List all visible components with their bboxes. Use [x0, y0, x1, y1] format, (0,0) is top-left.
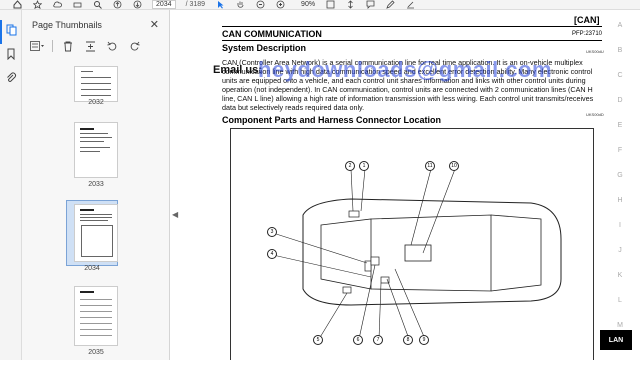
- index-letter[interactable]: K: [610, 272, 630, 279]
- callout-3: 3: [267, 227, 277, 237]
- cloud-upload-icon[interactable]: [52, 0, 62, 10]
- index-letter[interactable]: J: [610, 247, 630, 254]
- component-parts-heading: Component Parts and Harness Connector Lo…: [222, 115, 442, 125]
- component-location-diagram: 1 2 3 4 5 6 7 8 9 10 11: [230, 128, 594, 360]
- page-thumbnail[interactable]: [73, 122, 118, 178]
- cursor-icon[interactable]: [215, 0, 225, 10]
- index-letter[interactable]: H: [610, 197, 630, 204]
- index-letter[interactable]: G: [610, 172, 630, 179]
- callout-10: 10: [449, 161, 459, 171]
- index-letter[interactable]: I: [610, 222, 630, 229]
- collapse-panel-icon[interactable]: ◀: [172, 210, 178, 219]
- thumbnails-panel: Page Thumbnails ✕ 2032 2033 2034 2035: [22, 10, 170, 360]
- left-rail: [0, 10, 22, 360]
- thumbnail-label: 2033: [88, 181, 104, 188]
- thumbnails-rail-button[interactable]: [0, 20, 22, 44]
- zoom-level[interactable]: 90%: [301, 1, 315, 8]
- thumbnail-label: 2035: [88, 349, 104, 356]
- close-icon[interactable]: ✕: [150, 18, 159, 31]
- options-menu-icon[interactable]: [30, 40, 44, 52]
- attachments-rail-button[interactable]: [0, 68, 22, 92]
- pen-icon[interactable]: [385, 0, 395, 10]
- index-letter[interactable]: M: [610, 322, 630, 329]
- index-letter[interactable]: F: [610, 147, 630, 154]
- index-letter[interactable]: D: [610, 97, 630, 104]
- active-chapter-tab[interactable]: LAN: [600, 330, 632, 350]
- callout-2: 2: [345, 161, 355, 171]
- zoom-out-icon[interactable]: [255, 0, 265, 10]
- index-letter[interactable]: B: [610, 47, 630, 54]
- search-icon[interactable]: [92, 0, 102, 10]
- fit-icon[interactable]: [325, 0, 335, 10]
- page-thumbnail[interactable]: [73, 66, 118, 102]
- thumbnail-tools: [30, 40, 141, 52]
- header-rule: [222, 26, 602, 27]
- document-title: CAN COMMUNICATION: [222, 29, 322, 39]
- thumbnail-label: 2034: [84, 265, 100, 272]
- star-icon[interactable]: [32, 0, 42, 10]
- callout-5: 5: [313, 335, 323, 345]
- hand-icon[interactable]: [235, 0, 245, 10]
- rotate-right-icon[interactable]: [127, 40, 141, 52]
- zoom-in-icon[interactable]: [275, 0, 285, 10]
- page-number-input[interactable]: 2034: [152, 0, 176, 9]
- callout-11: 11: [425, 161, 435, 171]
- callout-8: 8: [403, 335, 413, 345]
- highlight-icon[interactable]: [405, 0, 415, 10]
- trash-icon[interactable]: [61, 40, 75, 52]
- system-description-heading: System Description: [222, 43, 307, 53]
- up-icon[interactable]: [112, 0, 122, 10]
- top-toolbar: 2034 / 3189 90%: [0, 0, 640, 10]
- callout-7: 7: [373, 335, 383, 345]
- home-icon[interactable]: [12, 0, 22, 10]
- section-tag: [CAN]: [574, 15, 600, 25]
- index-letter[interactable]: E: [610, 122, 630, 129]
- callout-9: 9: [419, 335, 429, 345]
- index-letter[interactable]: L: [610, 297, 630, 304]
- index-letter[interactable]: A: [610, 22, 630, 29]
- chapter-index: A B C D E F G H I J K L M: [600, 10, 640, 360]
- panel-title: Page Thumbnails: [32, 20, 102, 30]
- tool-divider: [52, 40, 53, 52]
- insert-page-icon[interactable]: [83, 40, 97, 52]
- index-letter[interactable]: C: [610, 72, 630, 79]
- attachment-icon: [5, 71, 17, 89]
- thumbnail-diagram: [80, 225, 113, 257]
- bookmarks-rail-button[interactable]: [0, 44, 22, 68]
- callout-4: 4: [267, 249, 277, 259]
- page-thumbnail[interactable]: [73, 286, 118, 346]
- print-icon[interactable]: [72, 0, 82, 10]
- title-rule: [222, 40, 602, 41]
- bookmark-icon: [5, 47, 17, 65]
- watermark-email: heydownloads@gmail.com: [258, 57, 553, 82]
- callout-6: 6: [353, 335, 363, 345]
- vehicle-diagram-svg: [272, 168, 562, 340]
- thumbnail-label: 2032: [88, 99, 104, 106]
- watermark-email-label: Email us:: [213, 64, 262, 76]
- down-icon[interactable]: [132, 0, 142, 10]
- scroll-icon[interactable]: [345, 0, 355, 10]
- rotate-left-icon[interactable]: [105, 40, 119, 52]
- pfp-code: PFP:23710: [572, 31, 603, 37]
- thumbnails-icon: [6, 23, 18, 41]
- page-thumbnail-selected[interactable]: [73, 204, 118, 262]
- callout-1: 1: [359, 161, 369, 171]
- comment-icon[interactable]: [365, 0, 375, 10]
- page-total: / 3189: [185, 1, 206, 8]
